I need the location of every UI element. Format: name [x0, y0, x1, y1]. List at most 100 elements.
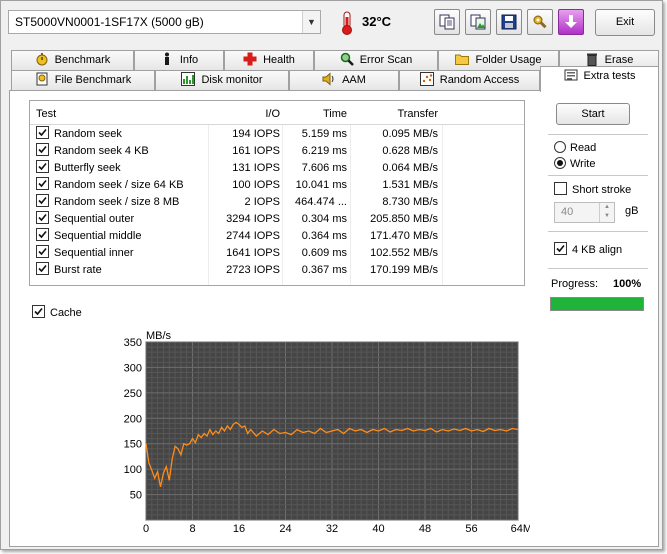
drive-select[interactable]: ST5000VN0001-1SF17X (5000 gB) ▼	[8, 10, 321, 34]
row-time: 7.606 ms	[301, 162, 347, 174]
y-tick-label: 300	[124, 362, 142, 374]
row-io: 194 IOPS	[232, 128, 280, 140]
write-radio[interactable]: Write	[554, 157, 595, 170]
cache-checkbox[interactable]	[32, 305, 45, 318]
progress-fill	[551, 298, 643, 310]
write-radio-label: Write	[570, 158, 596, 170]
row-checkbox[interactable]	[36, 143, 49, 156]
header-time: Time	[322, 108, 347, 120]
row-checkbox[interactable]	[36, 160, 49, 173]
copy-text-button[interactable]	[434, 9, 460, 35]
divider	[548, 268, 648, 269]
row-io: 131 IOPS	[232, 162, 280, 174]
tab-health[interactable]: Health	[224, 50, 314, 70]
x-tick-label: 48	[419, 523, 431, 535]
checkmark-icon	[38, 145, 47, 154]
checkmark-icon	[34, 307, 43, 316]
temperature-value: 32°C	[362, 14, 392, 29]
kb4-align-option[interactable]: 4 KB align	[554, 242, 622, 256]
table-row[interactable]: Burst rate 2723 IOPS 0.367 ms 170.199 MB/s	[30, 262, 524, 279]
row-io: 1641 IOPS	[226, 247, 280, 259]
short-stroke-option[interactable]: Short stroke	[554, 182, 631, 196]
table-row[interactable]: Random seek 194 IOPS 5.159 ms 0.095 MB/s	[30, 126, 524, 143]
arrow-down-icon	[565, 15, 577, 28]
tab-random-access[interactable]: Random Access	[399, 70, 540, 90]
x-tick-label: 64MB	[511, 523, 530, 535]
row-checkbox[interactable]	[36, 177, 49, 190]
tab-disk-monitor[interactable]: Disk monitor	[155, 70, 289, 90]
row-transfer: 170.199 MB/s	[370, 264, 438, 276]
table-row[interactable]: Sequential middle 2744 IOPS 0.364 ms 171.47…	[30, 228, 524, 245]
table-row[interactable]: Random seek 4 KB 161 IOPS 6.219 ms 0.628 MB…	[30, 143, 524, 160]
row-io: 100 IOPS	[232, 179, 280, 191]
stroke-size-spinner[interactable]: 40 ▲ ▼	[554, 202, 615, 223]
read-radio[interactable]: Read	[554, 141, 596, 154]
copy-icon	[439, 14, 455, 30]
checkmark-icon	[38, 162, 47, 171]
info-icon	[164, 52, 169, 65]
header-io: I/O	[265, 108, 280, 120]
transfer-chart: 50 100 150 200 250 300 350 0 8 16 24 32 40 48 56 64MB MB…	[100, 328, 540, 541]
x-tick-label: 56	[465, 523, 477, 535]
short-stroke-label: Short stroke	[572, 184, 632, 196]
y-tick-label: 250	[124, 388, 142, 400]
kb4-align-checkbox[interactable]	[554, 242, 567, 255]
row-checkbox[interactable]	[36, 194, 49, 207]
options-button[interactable]	[527, 9, 553, 35]
row-checkbox[interactable]	[36, 228, 49, 241]
checkmark-icon	[38, 213, 47, 222]
checkmark-icon	[38, 196, 47, 205]
x-tick-label: 16	[233, 523, 245, 535]
kb4-align-label: 4 KB align	[572, 244, 623, 256]
folder-icon	[455, 54, 470, 65]
cache-option[interactable]: Cache	[32, 305, 82, 319]
row-io: 3294 IOPS	[226, 213, 280, 225]
table-row[interactable]: Butterfly seek 131 IOPS 7.606 ms 0.064 MB/s	[30, 160, 524, 177]
y-tick-label: 50	[130, 490, 142, 502]
table-row[interactable]: Sequential inner 1641 IOPS 0.609 ms 102.552…	[30, 245, 524, 262]
row-checkbox[interactable]	[36, 126, 49, 139]
spinner-arrows-icon[interactable]: ▲ ▼	[599, 203, 614, 222]
progress-value: 100%	[613, 278, 642, 290]
exit-button[interactable]: Exit	[595, 9, 655, 36]
row-test: Random seek / size 8 MB	[36, 194, 206, 211]
save-button[interactable]	[496, 9, 522, 35]
row-time: 0.364 ms	[301, 230, 347, 242]
table-row[interactable]: Sequential outer 3294 IOPS 0.304 ms 205.850…	[30, 211, 524, 228]
row-test-label: Sequential inner	[54, 247, 134, 259]
tab-extra-tests[interactable]: Extra tests	[540, 66, 659, 92]
row-checkbox[interactable]	[36, 211, 49, 224]
tab-benchmark[interactable]: Benchmark	[11, 50, 134, 70]
row-transfer: 0.628 MB/s	[382, 145, 438, 157]
row-test: Burst rate	[36, 262, 206, 279]
row-test-label: Random seek 4 KB	[54, 145, 149, 157]
scatter-icon	[419, 72, 434, 86]
short-stroke-checkbox[interactable]	[554, 182, 567, 195]
tab-aam[interactable]: AAM	[289, 70, 399, 90]
row-transfer: 205.850 MB/s	[370, 213, 438, 225]
row-checkbox[interactable]	[36, 262, 49, 275]
y-tick-label: 150	[124, 439, 142, 451]
tab-error-scan[interactable]: Error Scan	[314, 50, 438, 70]
copy-image-button[interactable]	[465, 9, 491, 35]
download-button[interactable]	[558, 9, 584, 35]
row-test: Random seek	[36, 126, 206, 143]
x-tick-label: 32	[326, 523, 338, 535]
start-button[interactable]: Start	[556, 103, 630, 125]
row-checkbox[interactable]	[36, 245, 49, 258]
table-row[interactable]: Random seek / size 8 MB 2 IOPS 464.474 ...…	[30, 194, 524, 211]
read-radio-dot[interactable]	[554, 141, 566, 153]
chevron-down-icon[interactable]: ▼	[302, 11, 320, 33]
tab-info[interactable]: Info	[134, 50, 224, 70]
table-row[interactable]: Random seek / size 64 KB 100 IOPS 10.041 m…	[30, 177, 524, 194]
checkmark-icon	[556, 244, 565, 253]
write-radio-dot[interactable]	[554, 157, 566, 169]
tab-file-benchmark[interactable]: File Benchmark	[11, 70, 155, 90]
row-test-label: Butterfly seek	[54, 162, 121, 174]
divider	[548, 175, 648, 176]
row-test-label: Random seek / size 8 MB	[54, 196, 180, 208]
divider	[548, 231, 648, 232]
row-time: 0.367 ms	[301, 264, 347, 276]
divider	[548, 134, 648, 135]
checkmark-icon	[38, 247, 47, 256]
